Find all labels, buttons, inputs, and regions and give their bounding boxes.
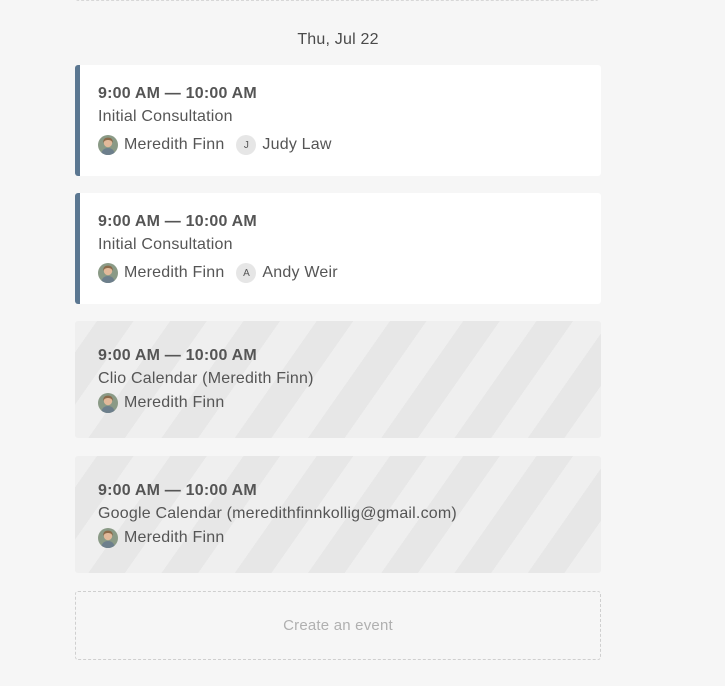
event-card[interactable]: 9:00 AM — 10:00 AM Initial Consultation … (75, 65, 601, 176)
attendee: A Andy Weir (236, 263, 338, 283)
attendee-name: Meredith Finn (124, 529, 225, 546)
attendee: J Judy Law (236, 135, 331, 155)
event-time: 9:00 AM — 10:00 AM (98, 347, 257, 364)
attendee-name: Judy Law (262, 136, 332, 153)
attendee: Meredith Finn (98, 393, 224, 413)
attendee-name: Meredith Finn (124, 394, 225, 411)
avatar (98, 393, 118, 413)
event-card[interactable]: 9:00 AM — 10:00 AM Initial Consultation … (75, 193, 601, 304)
event-title: Initial Consultation (98, 108, 233, 125)
avatar (98, 528, 118, 548)
day-heading: Thu, Jul 22 (297, 31, 379, 48)
event-time: 9:00 AM — 10:00 AM (98, 482, 257, 499)
avatar: J (236, 135, 257, 155)
create-event-button[interactable]: Create an event (75, 591, 601, 660)
attendee-list: Meredith Finn A Andy Weir (98, 262, 601, 284)
avatar (98, 135, 118, 155)
attendee: Meredith Finn (98, 528, 224, 548)
attendee-name: Meredith Finn (124, 264, 225, 281)
event-title: Initial Consultation (98, 236, 233, 253)
attendee-list: Meredith Finn (98, 527, 601, 549)
calendar-block-card[interactable]: 9:00 AM — 10:00 AM Google Calendar (mere… (75, 456, 601, 573)
attendee-list: Meredith Finn J Judy Law (98, 134, 601, 156)
attendee: Meredith Finn (98, 263, 224, 283)
attendee-name: Meredith Finn (124, 136, 225, 153)
event-title: Clio Calendar (Meredith Finn) (98, 370, 314, 387)
avatar: A (236, 263, 257, 283)
event-time: 9:00 AM — 10:00 AM (98, 213, 257, 230)
previous-day-create-event-placeholder[interactable] (75, 0, 599, 1)
calendar-block-card[interactable]: 9:00 AM — 10:00 AM Clio Calendar (Meredi… (75, 321, 601, 438)
event-title: Google Calendar (meredithfinnkollig@gmai… (98, 505, 457, 522)
attendee-list: Meredith Finn (98, 392, 601, 414)
attendee: Meredith Finn (98, 135, 224, 155)
event-time: 9:00 AM — 10:00 AM (98, 85, 257, 102)
avatar (98, 263, 118, 283)
attendee-name: Andy Weir (262, 264, 338, 281)
